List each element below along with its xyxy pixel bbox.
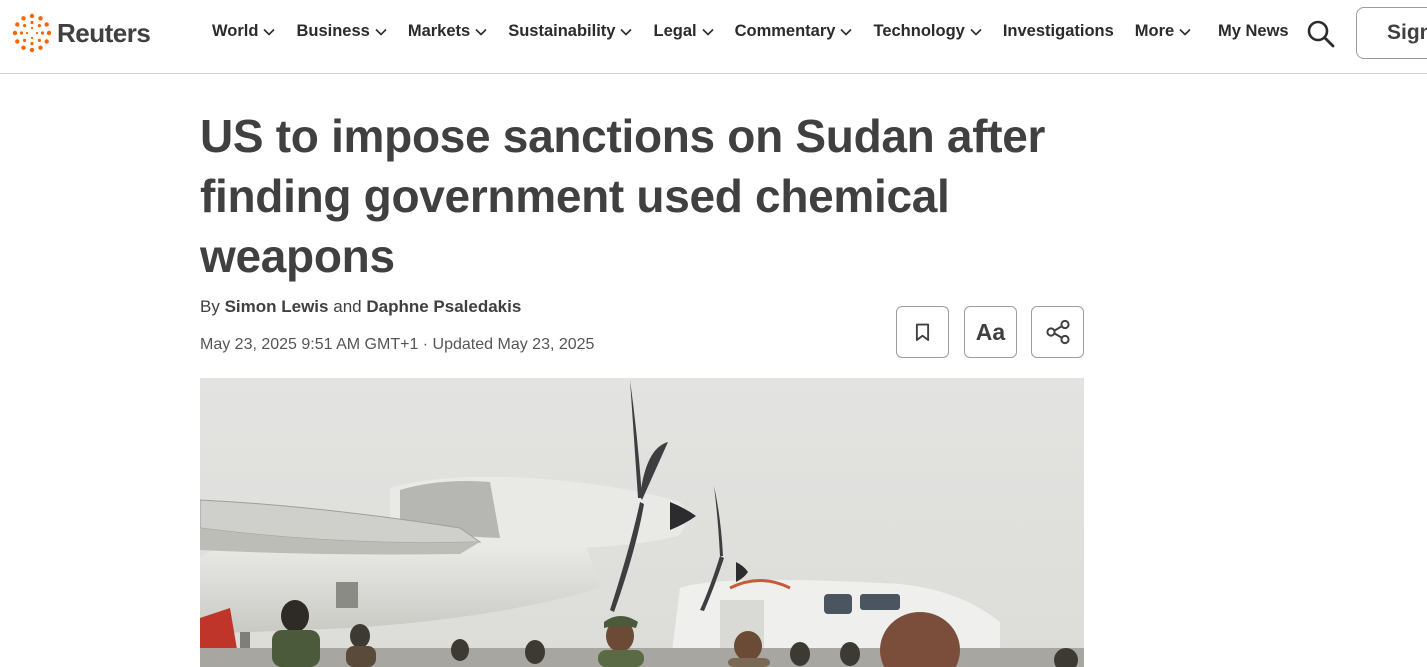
chevron-down-icon xyxy=(620,28,633,36)
author-link-simon-lewis[interactable]: Simon Lewis xyxy=(225,297,329,316)
nav-item-more[interactable]: More xyxy=(1135,22,1191,41)
bookmark-icon xyxy=(915,323,930,341)
author-link-daphne-psaledakis[interactable]: Daphne Psaledakis xyxy=(366,297,521,316)
nav-item-world[interactable]: World xyxy=(212,22,276,41)
brand-name: Reuters xyxy=(57,17,151,48)
search-icon xyxy=(1307,20,1335,48)
nav-item-label: Investigations xyxy=(1002,22,1114,40)
nav-item-investigations[interactable]: Investigations xyxy=(1003,22,1114,41)
nav-item-sustainability[interactable]: Sustainability xyxy=(508,22,633,41)
article-dateline: May 23, 2025 9:51 AM GMT+1 · Updated May… xyxy=(200,336,595,353)
nav-item-legal[interactable]: Legal xyxy=(653,22,714,41)
chevron-down-icon xyxy=(702,28,714,36)
my-news-link[interactable]: My News xyxy=(1218,22,1289,41)
nav-item-business[interactable]: Business xyxy=(296,22,387,41)
nav-item-label: Technology xyxy=(873,22,965,40)
hero-image[interactable] xyxy=(200,378,1084,667)
sign-in-button[interactable]: Sign xyxy=(1356,7,1427,59)
nav-item-commentary[interactable]: Commentary xyxy=(735,22,853,41)
share-button[interactable] xyxy=(1031,306,1084,358)
nav-item-label: Commentary xyxy=(734,22,836,40)
reuters-logo-icon xyxy=(12,13,52,53)
nav-item-label: Sustainability xyxy=(508,22,616,40)
share-icon xyxy=(1045,319,1070,345)
chevron-down-icon xyxy=(263,28,276,36)
chevron-down-icon xyxy=(475,28,487,36)
search-button[interactable] xyxy=(1306,19,1336,49)
reuters-logo[interactable]: Reuters xyxy=(12,13,151,53)
nav-item-markets[interactable]: Markets xyxy=(408,22,487,41)
nav-item-label: World xyxy=(212,22,259,40)
nav-item-label: Markets xyxy=(407,22,471,40)
chevron-down-icon xyxy=(1179,28,1191,36)
chevron-down-icon xyxy=(840,28,853,36)
chevron-down-icon xyxy=(375,28,387,36)
byline-prefix: By xyxy=(200,297,220,316)
article-headline: US to impose sanctions on Sudan after fi… xyxy=(200,110,1046,282)
byline: By Simon Lewis and Daphne Psaledakis xyxy=(200,297,521,317)
nav-item-technology[interactable]: Technology xyxy=(873,22,982,41)
main-nav: World Business Markets Sustainability Le… xyxy=(212,22,1212,41)
nav-item-label: Legal xyxy=(653,22,697,40)
bookmark-button[interactable] xyxy=(896,306,949,358)
site-header: Reuters World Business Markets Sustainab… xyxy=(0,0,1427,74)
hero-photo-illustration xyxy=(200,378,1084,667)
text-size-label: Aa xyxy=(975,318,1006,345)
chevron-down-icon xyxy=(970,28,982,36)
nav-item-label: More xyxy=(1134,22,1175,40)
text-size-button[interactable]: Aa xyxy=(964,306,1017,358)
byline-joiner: and xyxy=(333,297,362,316)
nav-item-label: Business xyxy=(296,22,370,40)
